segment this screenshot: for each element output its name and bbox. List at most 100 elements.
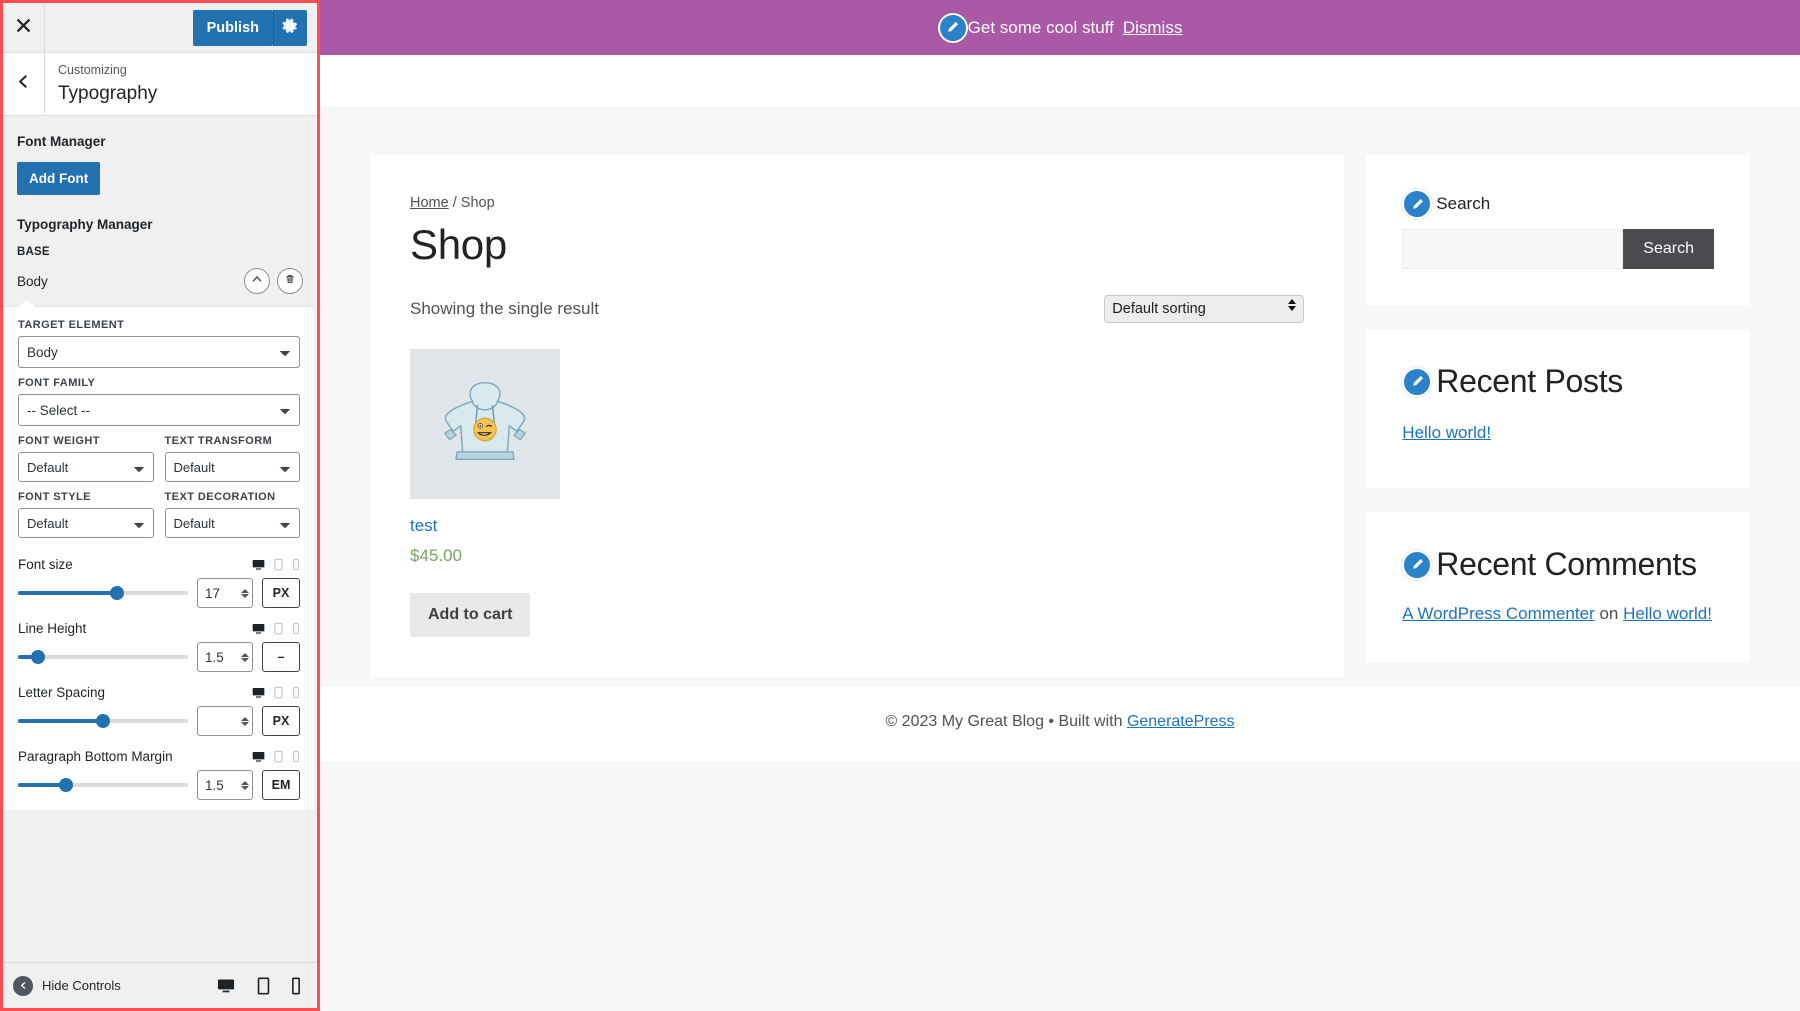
tablet-icon[interactable] bbox=[273, 750, 284, 763]
pencil-edit-icon[interactable] bbox=[937, 12, 968, 43]
collapse-item-button[interactable] bbox=[244, 268, 270, 294]
slider-handle[interactable] bbox=[96, 714, 110, 728]
site-footer: © 2023 My Great Blog • Built with Genera… bbox=[320, 687, 1800, 762]
tablet-icon[interactable] bbox=[273, 622, 284, 635]
desktop-icon[interactable] bbox=[252, 622, 265, 635]
slider-track[interactable] bbox=[18, 775, 188, 795]
preview-device-switch bbox=[216, 977, 305, 995]
hide-controls-label: Hide Controls bbox=[42, 978, 121, 993]
page-title: Typography bbox=[58, 82, 158, 104]
slider-value: 17 bbox=[205, 585, 221, 601]
site-preview[interactable]: Get some cool stuff Dismiss My Great Blo… bbox=[320, 0, 1800, 1011]
header-spacer bbox=[45, 3, 193, 52]
font-weight-label: FONT WEIGHT bbox=[18, 435, 100, 447]
slider-track[interactable] bbox=[18, 583, 188, 603]
pencil-edit-icon[interactable] bbox=[1402, 189, 1433, 219]
site-title[interactable]: My Great Blog bbox=[963, 55, 1193, 56]
close-customizer-button[interactable] bbox=[3, 3, 45, 52]
mobile-icon[interactable] bbox=[292, 686, 300, 699]
slider-number-input[interactable]: 17 bbox=[197, 578, 253, 608]
slider-number-input[interactable]: 1.5 bbox=[197, 642, 253, 672]
publish-settings-button[interactable] bbox=[273, 9, 307, 46]
comment-author-link[interactable]: A WordPress Commenter bbox=[1402, 604, 1594, 623]
stepper-icon[interactable] bbox=[241, 780, 249, 790]
text-transform-select[interactable]: Default bbox=[164, 452, 300, 482]
slider-track[interactable] bbox=[18, 647, 188, 667]
font-style-select[interactable]: Default bbox=[18, 508, 154, 538]
tablet-preview-icon[interactable] bbox=[256, 977, 271, 995]
slider-number-input[interactable]: 1.5 bbox=[197, 770, 253, 800]
sorting-wrapper: Default sorting bbox=[1104, 295, 1305, 323]
breadcrumb-home-link[interactable]: Home bbox=[410, 195, 449, 211]
slider-track[interactable] bbox=[18, 711, 188, 731]
slider-handle[interactable] bbox=[58, 778, 73, 792]
font-weight-select[interactable]: Default bbox=[18, 452, 154, 482]
slider-unit-button[interactable]: EM bbox=[262, 770, 300, 800]
footer-credit-link[interactable]: GeneratePress bbox=[1127, 713, 1235, 730]
dismiss-notice-link[interactable]: Dismiss bbox=[1123, 18, 1183, 38]
slider-row: Paragraph Bottom Margin 1.5 EM bbox=[18, 740, 300, 804]
search-form: Search bbox=[1402, 229, 1714, 269]
delete-item-button[interactable] bbox=[277, 268, 303, 294]
desktop-preview-icon[interactable] bbox=[216, 977, 236, 994]
comment-on-text: on bbox=[1599, 604, 1619, 623]
shop-main-column: Home / Shop Shop Showing the single resu… bbox=[370, 155, 1345, 677]
tablet-icon[interactable] bbox=[273, 558, 284, 571]
sorting-select[interactable]: Default sorting bbox=[1104, 295, 1305, 323]
notice-content: Get some cool stuff Dismiss bbox=[937, 12, 1183, 43]
stepper-icon[interactable] bbox=[241, 588, 249, 598]
font-family-select[interactable]: -- Select -- bbox=[18, 394, 300, 426]
shop-toolbar: Showing the single result Default sortin… bbox=[410, 295, 1305, 323]
pencil-edit-icon[interactable] bbox=[1402, 366, 1433, 397]
widget-title: Recent Posts bbox=[1436, 363, 1624, 399]
comment-post-link[interactable]: Hello world! bbox=[1623, 604, 1712, 623]
mobile-preview-icon[interactable] bbox=[291, 977, 301, 995]
target-element-select[interactable]: Body bbox=[18, 336, 300, 368]
device-toggle-group bbox=[252, 558, 300, 571]
slider-number-input[interactable] bbox=[197, 706, 253, 736]
mobile-icon[interactable] bbox=[292, 622, 300, 635]
breadcrumb: Customizing Typography bbox=[3, 53, 317, 116]
mobile-icon[interactable] bbox=[292, 558, 300, 571]
add-to-cart-button[interactable]: Add to cart bbox=[410, 593, 531, 637]
chevron-left-icon bbox=[16, 74, 31, 94]
slider-unit-button[interactable]: PX bbox=[262, 706, 300, 736]
typography-item-header[interactable]: Body bbox=[3, 258, 317, 306]
desktop-icon[interactable] bbox=[252, 750, 265, 763]
search-input[interactable] bbox=[1402, 229, 1624, 269]
recent-post-link[interactable]: Hello world! bbox=[1402, 423, 1491, 442]
desktop-icon[interactable] bbox=[252, 686, 265, 699]
slider-unit-button[interactable]: – bbox=[262, 642, 300, 672]
breadcrumb-current: Shop bbox=[460, 195, 495, 211]
text-transform-label: TEXT TRANSFORM bbox=[164, 435, 273, 447]
font-manager-heading: Font Manager bbox=[17, 134, 106, 149]
publish-group: Publish bbox=[192, 3, 317, 52]
breadcrumb-separator: / bbox=[452, 195, 457, 211]
stepper-icon[interactable] bbox=[241, 716, 249, 726]
text-decoration-select[interactable]: Default bbox=[164, 508, 300, 538]
pencil-edit-icon[interactable] bbox=[1402, 549, 1433, 580]
slider-track-fill bbox=[18, 591, 117, 595]
customizer-controls[interactable]: Font Manager Add Font Typography Manager… bbox=[3, 116, 317, 962]
hide-controls-button[interactable]: Hide Controls bbox=[13, 975, 216, 996]
slider-handle[interactable] bbox=[31, 650, 46, 664]
slider-handle[interactable] bbox=[109, 586, 124, 600]
customizer-header: Publish bbox=[3, 3, 317, 53]
product-thumbnail[interactable] bbox=[410, 349, 560, 499]
tablet-icon[interactable] bbox=[273, 686, 284, 699]
mobile-icon[interactable] bbox=[292, 750, 300, 763]
widget-title: Search bbox=[1436, 194, 1491, 213]
add-font-button[interactable]: Add Font bbox=[17, 162, 101, 195]
device-toggle-group bbox=[252, 622, 300, 635]
desktop-icon[interactable] bbox=[252, 558, 265, 571]
stepper-icon[interactable] bbox=[241, 652, 249, 662]
publish-button[interactable]: Publish bbox=[192, 9, 273, 46]
slider-unit-button[interactable]: PX bbox=[262, 578, 300, 608]
gear-icon bbox=[282, 17, 299, 38]
breadcrumb-text: Customizing Typography bbox=[45, 53, 157, 115]
device-toggle-group bbox=[252, 750, 300, 763]
search-submit-button[interactable]: Search bbox=[1623, 229, 1714, 269]
slider-label: Paragraph Bottom Margin bbox=[18, 749, 173, 764]
back-button[interactable] bbox=[3, 53, 45, 115]
product-name-link[interactable]: test bbox=[410, 516, 560, 536]
